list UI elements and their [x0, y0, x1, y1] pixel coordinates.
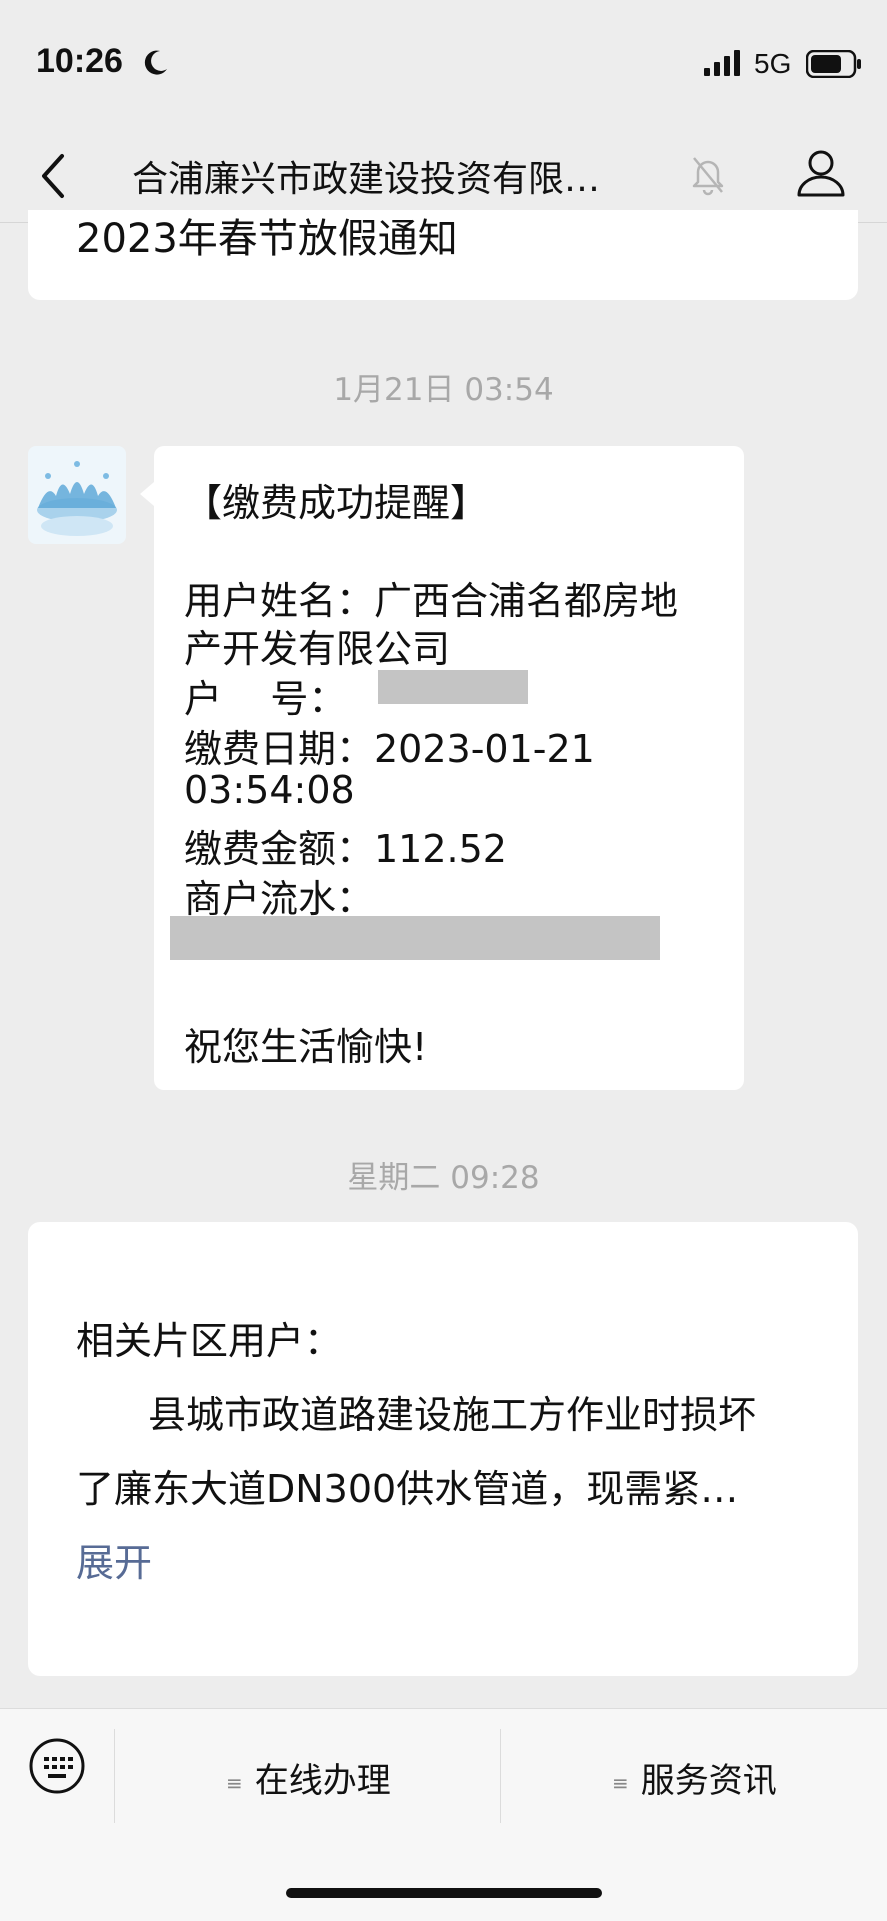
payment-date-line1: 缴费日期：2023-01-21	[184, 727, 595, 771]
closing-greeting: 祝您生活愉快!	[184, 1025, 428, 1069]
home-indicator[interactable]	[286, 1888, 602, 1898]
previous-article-card[interactable]: 2023年春节放假通知	[28, 210, 858, 300]
battery-icon	[806, 50, 861, 78]
timestamp: 1月21日 03:54	[333, 372, 554, 408]
payment-amount: 缴费金额：112.52	[184, 827, 507, 871]
menu-service-news-label: 服务资讯	[640, 1761, 777, 1801]
notice-line3: 了廉东大道DN300供水管道，现需紧…	[76, 1467, 739, 1511]
payment-date-line2: 03:54:08	[184, 768, 355, 812]
page-title: 合浦廉兴市政建设投资有限…	[132, 159, 601, 200]
menu-online-service[interactable]: ≡ 在线办理	[226, 1753, 391, 1802]
menu-list-icon: ≡	[612, 1770, 629, 1795]
timestamp: 星期二 09:28	[347, 1160, 540, 1196]
notice-line1: 相关片区用户：	[76, 1319, 343, 1363]
previous-article-title: 2023年春节放假通知	[76, 216, 458, 262]
redacted-merchant-serial	[170, 916, 660, 960]
mute-notification-icon	[692, 157, 724, 196]
notice-line2: 县城市政道路建设施工方作业时损坏	[148, 1393, 757, 1437]
menu-service-news[interactable]: ≡ 服务资讯	[612, 1753, 777, 1802]
status-bar: 10:26 5G	[0, 0, 887, 130]
status-time: 10:26	[36, 42, 123, 80]
notice-card[interactable]: 相关片区用户： 县城市政道路建设施工方作业时损坏 了廉东大道DN300供水管道，…	[28, 1222, 858, 1676]
menu-divider	[114, 1729, 115, 1823]
menu-divider	[500, 1729, 501, 1823]
customer-name-line1: 用户姓名：广西合浦名都房地	[184, 579, 679, 623]
expand-link[interactable]: 展开	[76, 1532, 152, 1587]
network-type: 5G	[754, 48, 792, 79]
keyboard-icon[interactable]	[28, 1737, 86, 1795]
back-icon[interactable]	[38, 152, 68, 200]
redacted-account-number	[378, 670, 528, 704]
avatar[interactable]	[28, 446, 126, 544]
profile-icon[interactable]	[796, 148, 846, 198]
menu-list-icon: ≡	[226, 1770, 243, 1795]
customer-name-line2: 产开发有限公司	[184, 627, 451, 671]
cellular-signal-icon	[704, 50, 740, 76]
water-splash-logo	[28, 446, 126, 544]
menu-online-service-label: 在线办理	[254, 1761, 391, 1801]
message-header: 【缴费成功提醒】	[184, 481, 489, 525]
merchant-serial-label: 商户流水：	[184, 877, 375, 921]
account-number-label: 户 号：	[184, 677, 347, 721]
moon-icon	[144, 50, 167, 75]
payment-notification-bubble[interactable]: 【缴费成功提醒】 用户姓名：广西合浦名都房地 产开发有限公司 户 号： 缴费日期…	[140, 446, 744, 1090]
